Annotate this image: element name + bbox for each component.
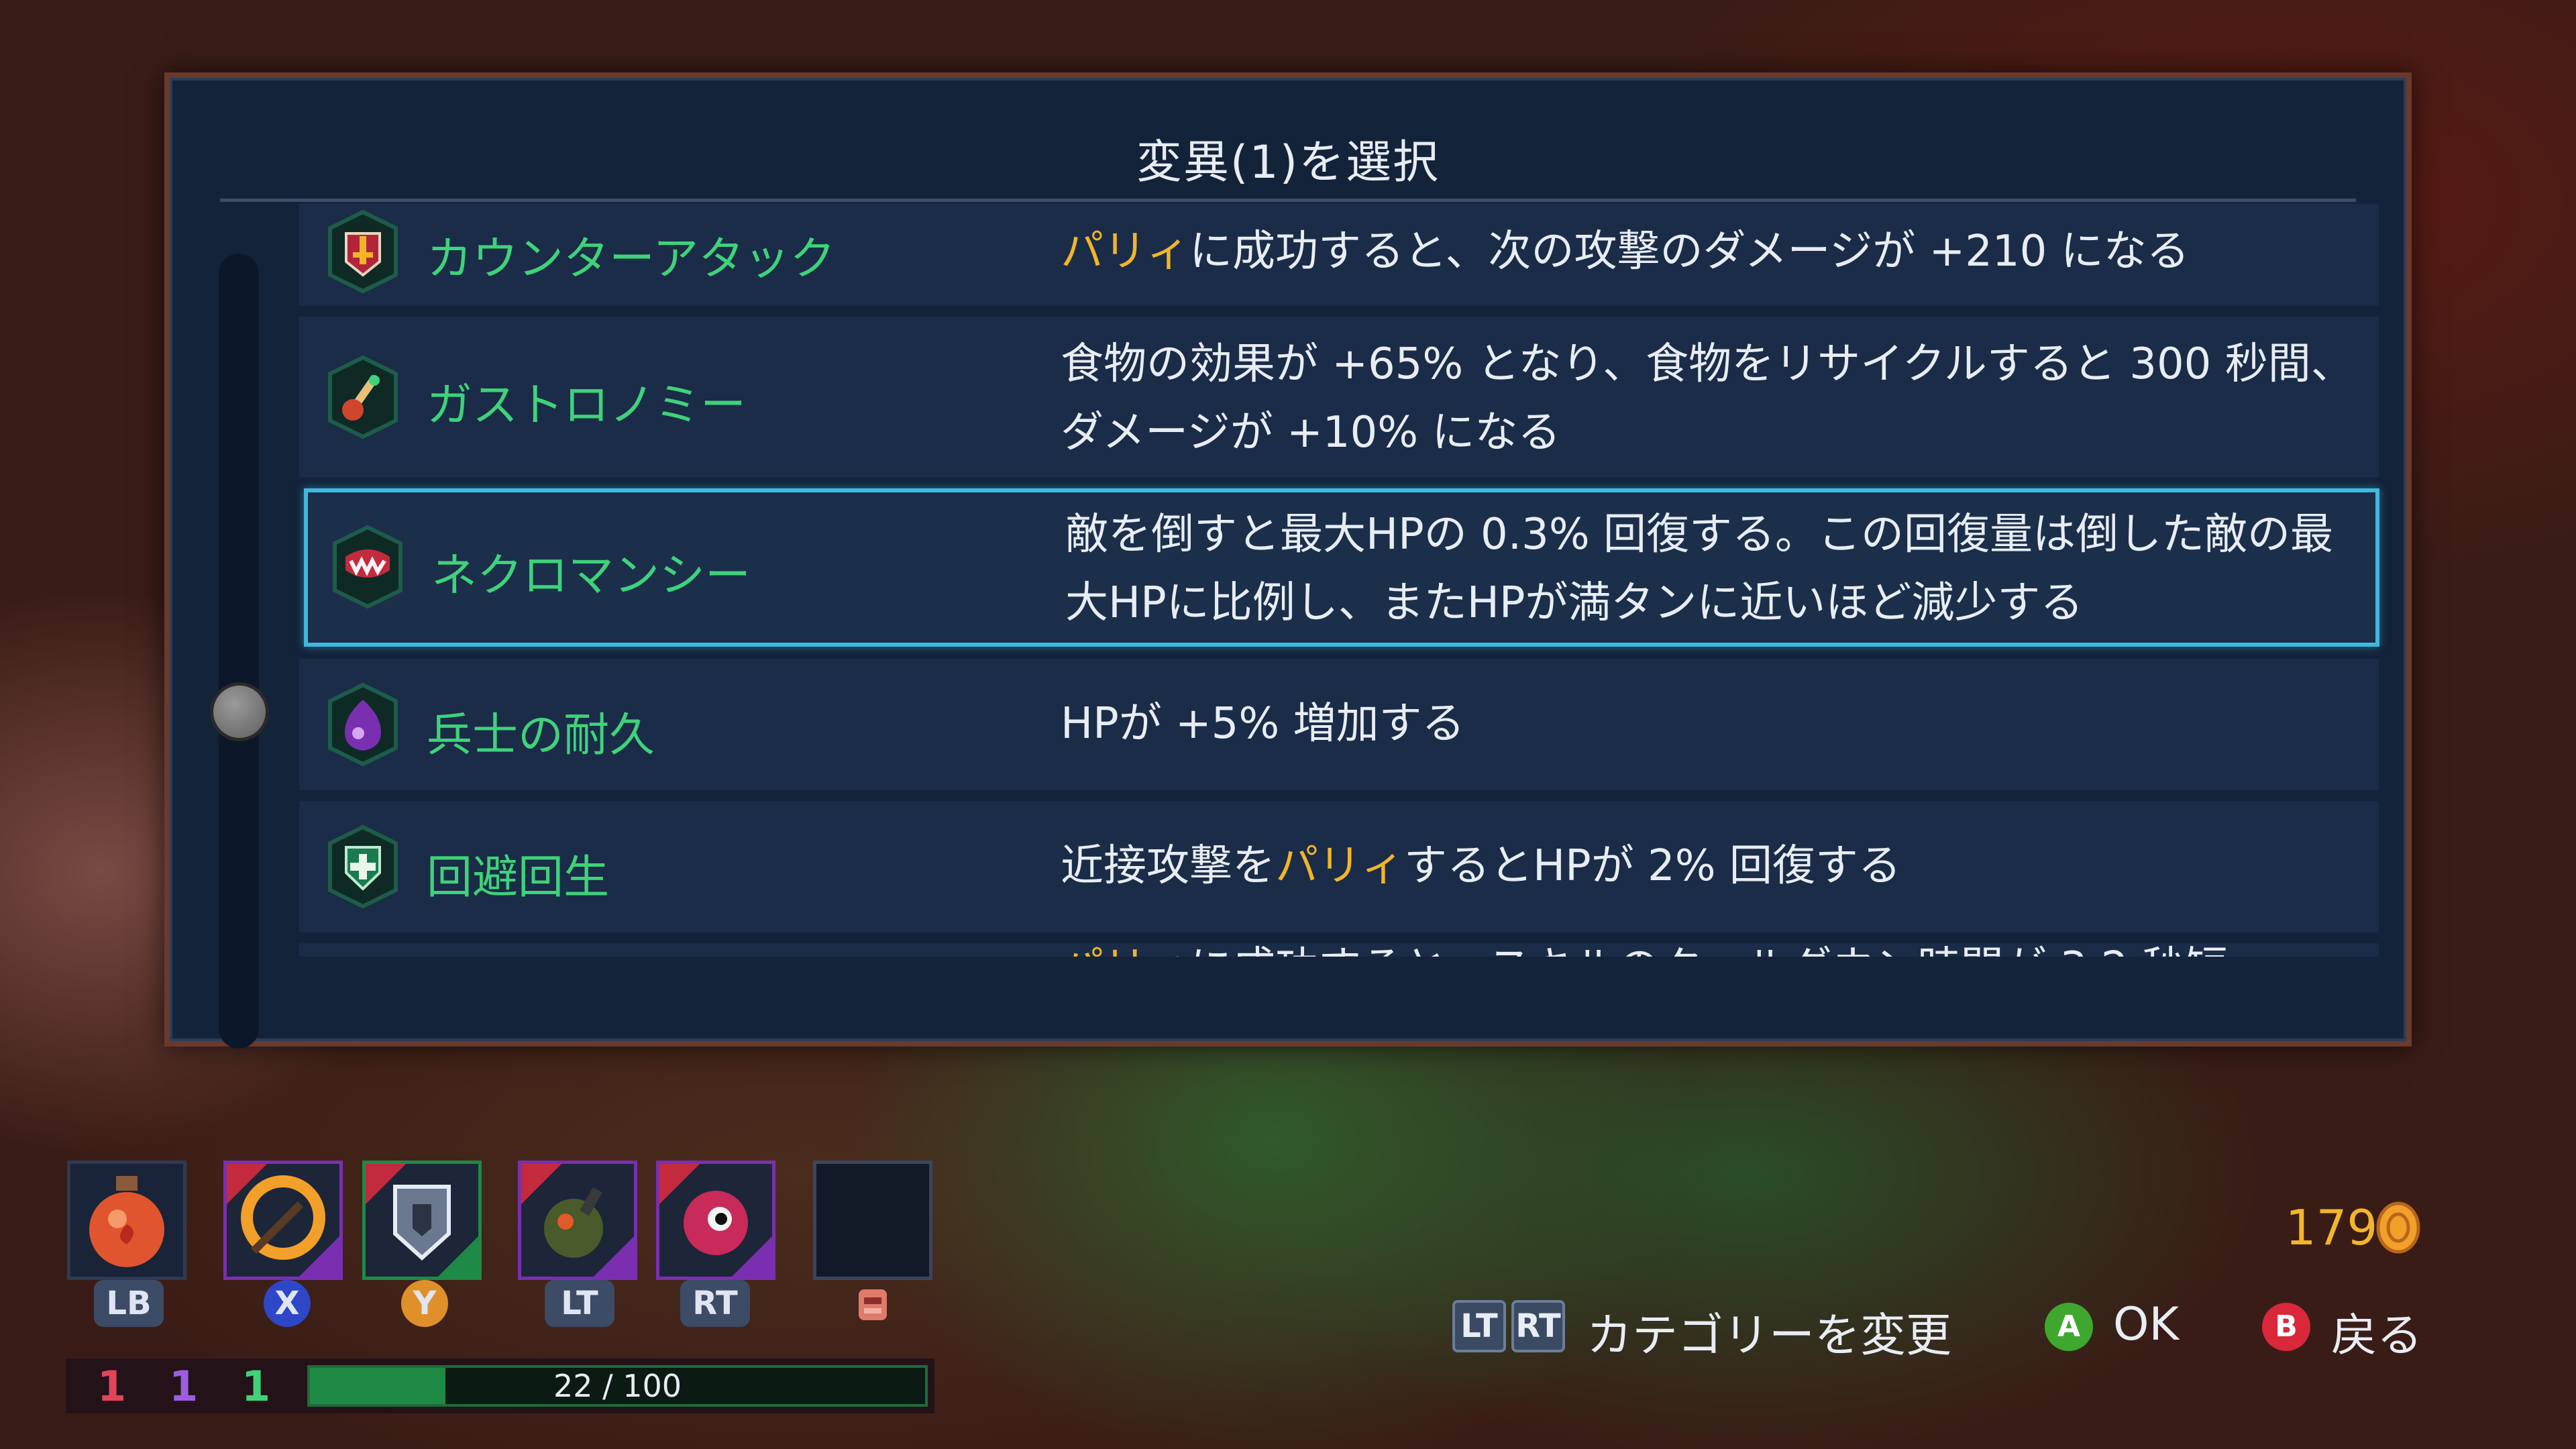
change-category-hint[interactable]: カテゴリーを変更 [1587, 1298, 1951, 1364]
mutation-description: 食物の効果が +65% となり、食物をリサイクルすると 300 秒間、ダメージが… [1061, 339, 2354, 458]
health-flask-icon [89, 1176, 164, 1267]
mutation-name: ネクロマンシー [431, 549, 751, 602]
parry-keyword: パリィ [1061, 943, 1189, 957]
evasion-recovery-icon [319, 823, 407, 910]
lt-badge: LT [1452, 1300, 1506, 1352]
slot-grenade[interactable] [518, 1161, 637, 1280]
button-badge-y: Y [401, 1280, 448, 1327]
mutation-row-partial[interactable]: パリィに成功すると、スキルのクールダウン時間が 3.2 秒短 [299, 943, 2379, 957]
back-hint[interactable]: 戻る [2331, 1298, 2422, 1364]
slot-shield[interactable] [362, 1161, 482, 1280]
mutation-row-soldier-endurance[interactable]: 兵士の耐久 HPが +5% 増加する [299, 659, 2379, 790]
button-badge-x: X [264, 1280, 311, 1327]
mutation-description: HPが +5% 増加する [1061, 699, 1465, 749]
mutation-description: パリィに成功すると、次の攻撃のダメージが +210 になる [1061, 227, 2190, 276]
title-divider [220, 199, 2356, 202]
slot-eye-turret[interactable] [656, 1161, 775, 1280]
grenade-icon [521, 1164, 634, 1277]
shield-icon [366, 1164, 478, 1277]
slot-fire-whip[interactable] [223, 1161, 343, 1280]
mutation-panel: 変異(1)を選択 カウンターアタック パリィに成功すると、次の攻撃のダメージが … [164, 72, 2412, 1049]
gastronomy-icon [319, 354, 407, 441]
counter-attack-icon [319, 208, 407, 295]
parry-keyword: パリィ [1275, 841, 1404, 891]
button-badge-lb: LB [94, 1280, 164, 1327]
mutation-row-necromancy[interactable]: ネクロマンシー 敵を倒すと最大HPの 0.3% 回復する。この回復量は倒した敵の… [304, 488, 2379, 647]
b-button-icon: B [2262, 1303, 2310, 1351]
tactics-stat: 1 [169, 1362, 199, 1411]
button-badge-lt: LT [545, 1280, 614, 1327]
mutation-description: 近接攻撃をパリィするとHPが 2% 回復する [1061, 841, 1901, 891]
gold-coin-icon [2375, 1201, 2422, 1254]
ok-hint[interactable]: OK [2113, 1298, 2179, 1351]
soldier-endurance-icon [319, 681, 407, 768]
slot-backpack-empty[interactable] [813, 1161, 932, 1280]
survival-stat: 1 [241, 1362, 271, 1411]
backpack-icon [849, 1280, 896, 1327]
mutation-name: 回避回生 [427, 851, 610, 904]
rt-badge: RT [1511, 1300, 1565, 1352]
mutation-description: 敵を倒すと最大HPの 0.3% 回復する。この回復量は倒した敵の最大HPに比例し… [1065, 510, 2333, 628]
xp-text: 22 / 100 [553, 1368, 682, 1404]
a-button-icon: A [2045, 1303, 2093, 1351]
mutation-row-evasion-recovery[interactable]: 回避回生 近接攻撃をパリィするとHPが 2% 回復する [299, 801, 2379, 932]
mutation-name: 兵士の耐久 [427, 709, 655, 762]
parry-keyword: パリィ [1061, 227, 1189, 276]
button-badge-rt: RT [680, 1280, 750, 1327]
mutation-description: パリィに成功すると、スキルのクールダウン時間が 3.2 秒短 [1061, 934, 2355, 957]
mutation-row-counter-attack[interactable]: カウンターアタック パリィに成功すると、次の攻撃のダメージが +210 になる [299, 204, 2379, 306]
brutality-stat: 1 [97, 1362, 127, 1411]
mutation-row-gastronomy[interactable]: ガストロノミー 食物の効果が +65% となり、食物をリサイクルすると 300 … [299, 317, 2379, 478]
slot-health-flask[interactable] [67, 1161, 186, 1280]
mutation-name: カウンターアタック [427, 233, 836, 286]
eye-turret-icon [659, 1164, 772, 1277]
mutation-list: カウンターアタック パリィに成功すると、次の攻撃のダメージが +210 になる … [170, 204, 2406, 957]
xp-bar: 22 / 100 [307, 1365, 928, 1407]
necromancy-icon [324, 523, 411, 610]
fire-whip-icon [227, 1164, 339, 1277]
panel-title: 変異(1)を選択 [1136, 136, 1440, 189]
mutation-name: ガストロノミー [427, 379, 747, 432]
